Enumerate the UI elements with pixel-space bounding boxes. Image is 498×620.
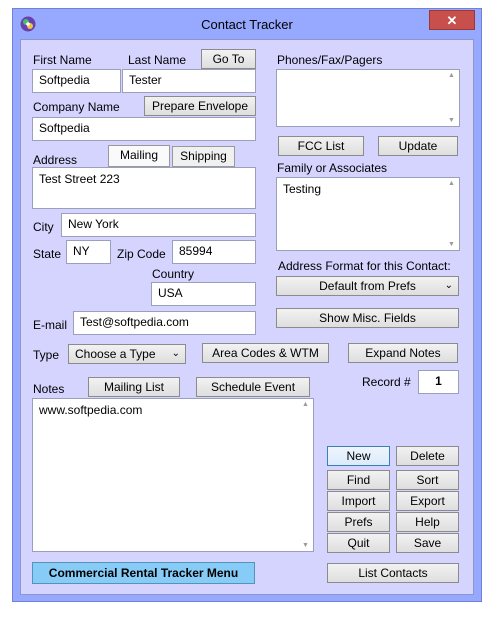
family-label: Family or Associates xyxy=(277,161,388,175)
import-button[interactable]: Import xyxy=(327,491,390,511)
notes-field[interactable]: www.softpedia.com ▲ ▼ xyxy=(32,398,314,552)
tab-mailing[interactable]: Mailing xyxy=(108,145,170,167)
address-format-value: Default from Prefs xyxy=(319,279,416,293)
company-name-label: Company Name xyxy=(33,100,120,114)
sort-button[interactable]: Sort xyxy=(396,470,459,490)
scroll-down-icon[interactable]: ▼ xyxy=(302,542,309,549)
show-misc-fields-button[interactable]: Show Misc. Fields xyxy=(276,308,459,328)
scroll-up-icon[interactable]: ▲ xyxy=(302,401,309,408)
go-to-button[interactable]: Go To xyxy=(201,49,256,69)
zip-code-label: Zip Code xyxy=(117,247,166,261)
save-button[interactable]: Save xyxy=(396,533,459,553)
country-field[interactable]: USA xyxy=(151,282,256,306)
address-format-label: Address Format for this Contact: xyxy=(278,259,451,273)
email-label: E-mail xyxy=(33,318,68,332)
quit-button[interactable]: Quit xyxy=(327,533,390,553)
schedule-event-button[interactable]: Schedule Event xyxy=(196,377,310,397)
email-field[interactable]: Test@softpedia.com xyxy=(73,311,256,335)
export-button[interactable]: Export xyxy=(396,491,459,511)
phones-field[interactable]: ▲ ▼ xyxy=(276,69,460,127)
fcc-list-button[interactable]: FCC List xyxy=(278,136,364,156)
type-select[interactable]: Choose a Type ⌄ xyxy=(68,344,186,364)
scroll-up-icon[interactable]: ▲ xyxy=(448,180,455,187)
family-scrollbar[interactable]: ▲ ▼ xyxy=(445,178,459,250)
tab-shipping[interactable]: Shipping xyxy=(172,146,235,167)
first-name-label: First Name xyxy=(33,53,92,67)
area-codes-button[interactable]: Area Codes & WTM xyxy=(202,343,329,363)
prepare-envelope-button[interactable]: Prepare Envelope xyxy=(144,96,256,116)
prefs-button[interactable]: Prefs xyxy=(327,512,390,532)
phones-label: Phones/Fax/Pagers xyxy=(277,53,383,67)
company-name-field[interactable]: Softpedia xyxy=(32,117,256,141)
list-contacts-button[interactable]: List Contacts xyxy=(327,563,459,583)
mailing-list-button[interactable]: Mailing List xyxy=(88,377,180,397)
type-label: Type xyxy=(33,348,60,362)
country-label: Country xyxy=(152,267,195,281)
window-title: Contact Tracker xyxy=(201,17,293,32)
notes-scrollbar[interactable]: ▲ ▼ xyxy=(299,399,313,551)
address-field[interactable]: Test Street 223 xyxy=(32,167,256,209)
scroll-down-icon[interactable]: ▼ xyxy=(448,241,455,248)
expand-notes-button[interactable]: Expand Notes xyxy=(348,343,458,363)
close-icon: ✕ xyxy=(446,13,458,28)
notes-text: www.softpedia.com xyxy=(39,403,143,417)
address-label: Address xyxy=(33,153,78,167)
record-label: Record # xyxy=(362,375,411,389)
contact-form: First Name Last Name Go To Softpedia Tes… xyxy=(20,39,474,595)
close-window-button[interactable]: ✕ xyxy=(429,10,475,30)
type-select-value: Choose a Type xyxy=(75,347,156,361)
address-text: Test Street 223 xyxy=(39,172,120,186)
city-field[interactable]: New York xyxy=(61,213,256,237)
title-bar[interactable]: Contact Tracker ✕ xyxy=(13,9,481,39)
chevron-down-icon: ⌄ xyxy=(171,348,180,359)
address-format-select[interactable]: Default from Prefs ⌄ xyxy=(276,276,459,296)
chevron-down-icon: ⌄ xyxy=(444,280,453,291)
last-name-label: Last Name xyxy=(128,53,187,67)
notes-label: Notes xyxy=(33,382,65,396)
state-field[interactable]: NY xyxy=(66,240,111,264)
first-name-field[interactable]: Softpedia xyxy=(32,69,121,93)
zip-code-field[interactable]: 85994 xyxy=(172,240,256,264)
family-field[interactable]: Testing ▲ ▼ xyxy=(276,177,460,251)
find-button[interactable]: Find xyxy=(327,470,390,490)
new-button[interactable]: New xyxy=(327,446,390,466)
commercial-rental-menu-button[interactable]: Commercial Rental Tracker Menu xyxy=(32,562,255,584)
city-label: City xyxy=(33,220,54,234)
contact-tracker-window: Contact Tracker ✕ First Name Last Name G… xyxy=(12,8,482,602)
family-text: Testing xyxy=(283,182,322,196)
state-label: State xyxy=(33,247,62,261)
delete-button[interactable]: Delete xyxy=(396,446,459,466)
scroll-up-icon[interactable]: ▲ xyxy=(448,72,455,79)
scroll-down-icon[interactable]: ▼ xyxy=(448,117,455,124)
update-button[interactable]: Update xyxy=(378,136,458,156)
help-button[interactable]: Help xyxy=(396,512,459,532)
phones-scrollbar[interactable]: ▲ ▼ xyxy=(445,70,459,126)
last-name-field[interactable]: Tester xyxy=(122,69,256,93)
record-number-field[interactable]: 1 xyxy=(418,370,459,394)
